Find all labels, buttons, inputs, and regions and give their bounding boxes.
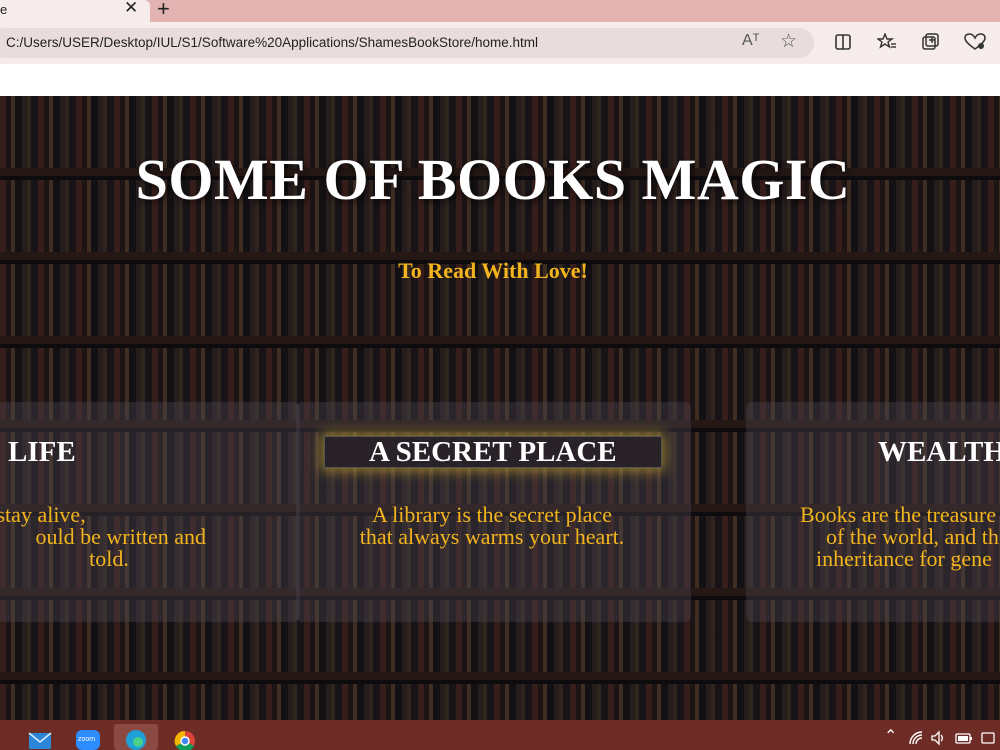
card-text-life: o stay alive, ould be written and told. <box>0 504 206 570</box>
card-line: ould be written and <box>35 524 206 549</box>
tab-title: e <box>0 2 8 17</box>
wifi-icon[interactable] <box>908 730 924 746</box>
card-line: told. <box>89 546 129 571</box>
card-text-secret-place: A library is the secret place that alway… <box>332 504 652 548</box>
card-line: inheritance for gene <box>816 546 992 571</box>
card-title-life: LIFE <box>8 436 76 468</box>
edge-app-button[interactable] <box>114 724 158 750</box>
browser-tab[interactable]: e ✕ <box>0 0 150 22</box>
card-line: A library is the secret place <box>371 502 613 527</box>
url-text[interactable]: C:/Users/USER/Desktop/IUL/S1/Software%20… <box>6 35 538 50</box>
card-text-wealth: Books are the treasure of the world, and… <box>800 504 1000 570</box>
tab-close-icon[interactable]: ✕ <box>124 0 138 18</box>
tray-overflow-icon[interactable]: ⌃ <box>884 726 897 746</box>
zoom-label: zoom <box>78 736 96 743</box>
favorites-icon[interactable] <box>877 33 897 51</box>
hero-title: SOME OF BOOKS MAGIC <box>135 147 851 212</box>
volume-icon[interactable] <box>930 730 946 746</box>
card-title-secret-place: A SECRET PLACE <box>324 436 662 468</box>
edge-icon <box>126 730 146 750</box>
new-tab-button[interactable]: + <box>157 0 170 22</box>
address-bar[interactable]: C:/Users/USER/Desktop/IUL/S1/Software%20… <box>0 28 814 58</box>
card-line: Books are the treasure <box>800 502 997 527</box>
tab-strip: e ✕ + <box>0 0 1000 22</box>
page-top-bar <box>0 64 1000 96</box>
favorite-star-icon[interactable]: ☆ <box>780 30 797 53</box>
card-title-wealth: WEALTH <box>878 436 1000 468</box>
taskbar: zoom ⌃ <box>0 720 1000 750</box>
display-icon[interactable] <box>980 730 996 746</box>
browser-essentials-icon[interactable] <box>964 33 986 51</box>
card-line: o stay alive, <box>0 502 86 527</box>
collections-icon[interactable] <box>921 33 941 51</box>
chrome-app-button[interactable] <box>170 724 200 750</box>
mail-app-button[interactable] <box>25 724 55 750</box>
hero-section: SOME OF BOOKS MAGIC To Read With Love! L… <box>0 96 1000 720</box>
battery-icon[interactable] <box>954 730 974 746</box>
split-screen-icon[interactable] <box>834 33 852 51</box>
browser-toolbar: C:/Users/USER/Desktop/IUL/S1/Software%20… <box>0 22 1000 64</box>
hero-subtitle: To Read With Love! <box>398 258 588 283</box>
mail-icon <box>28 732 52 749</box>
card-line: of the world, and th <box>826 524 999 549</box>
card-line: that always warms your heart. <box>359 524 625 549</box>
read-aloud-icon[interactable]: Aᵀ <box>742 32 760 50</box>
chrome-icon <box>174 730 195 750</box>
zoom-app-button[interactable]: zoom <box>73 724 103 750</box>
